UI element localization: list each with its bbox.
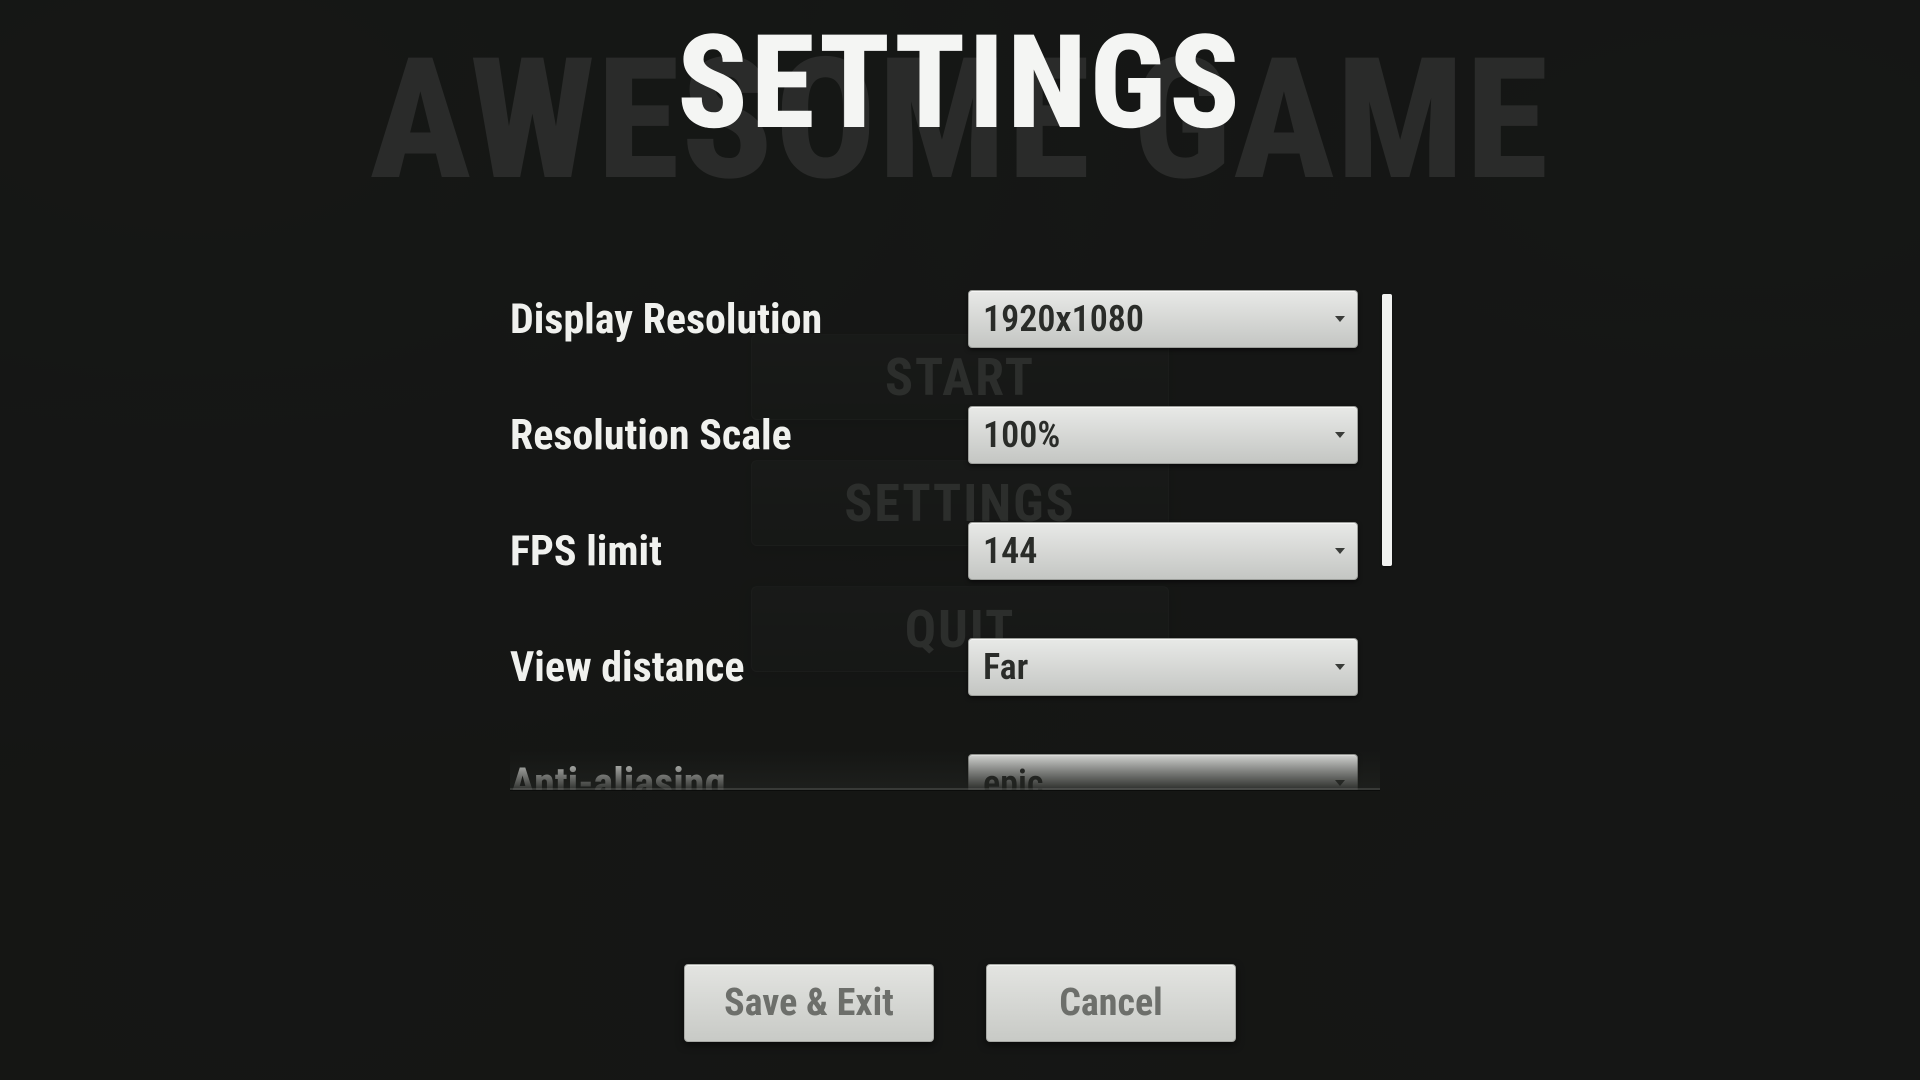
setting-row-resolution-scale: Resolution Scale 100% — [510, 406, 1358, 464]
setting-label: FPS limit — [510, 527, 662, 576]
view-distance-dropdown[interactable]: Far — [968, 638, 1358, 696]
setting-label: View distance — [510, 643, 744, 692]
dropdown-value: 1920x1080 — [983, 298, 1144, 340]
setting-label: Resolution Scale — [510, 411, 792, 460]
chevron-down-icon — [1335, 664, 1345, 670]
cancel-button[interactable]: Cancel — [986, 964, 1236, 1042]
setting-row-anti-aliasing: Anti-aliasing epic — [510, 754, 1358, 790]
fps-limit-dropdown[interactable]: 144 — [968, 522, 1358, 580]
setting-row-display-resolution: Display Resolution 1920x1080 — [510, 290, 1358, 348]
settings-scroll-area: Display Resolution 1920x1080 Resolution … — [510, 290, 1392, 790]
resolution-scale-dropdown[interactable]: 100% — [968, 406, 1358, 464]
setting-label: Anti-aliasing — [510, 759, 726, 791]
anti-aliasing-dropdown[interactable]: epic — [968, 754, 1358, 790]
chevron-down-icon — [1335, 780, 1345, 786]
settings-scrollbar[interactable] — [1382, 294, 1392, 566]
chevron-down-icon — [1335, 548, 1345, 554]
settings-title: SETTINGS — [677, 6, 1243, 159]
settings-action-row: Save & Exit Cancel — [684, 964, 1236, 1042]
chevron-down-icon — [1335, 316, 1345, 322]
dropdown-value: Far — [983, 646, 1028, 688]
dropdown-value: epic — [983, 762, 1043, 790]
save-and-exit-button[interactable]: Save & Exit — [684, 964, 934, 1042]
settings-list: Display Resolution 1920x1080 Resolution … — [510, 290, 1380, 790]
setting-row-view-distance: View distance Far — [510, 638, 1358, 696]
dropdown-value: 144 — [983, 530, 1037, 572]
setting-row-fps-limit: FPS limit 144 — [510, 522, 1358, 580]
setting-label: Display Resolution — [510, 295, 822, 344]
display-resolution-dropdown[interactable]: 1920x1080 — [968, 290, 1358, 348]
chevron-down-icon — [1335, 432, 1345, 438]
dropdown-value: 100% — [983, 414, 1060, 456]
settings-panel: SETTINGS Display Resolution 1920x1080 Re… — [0, 0, 1920, 1080]
